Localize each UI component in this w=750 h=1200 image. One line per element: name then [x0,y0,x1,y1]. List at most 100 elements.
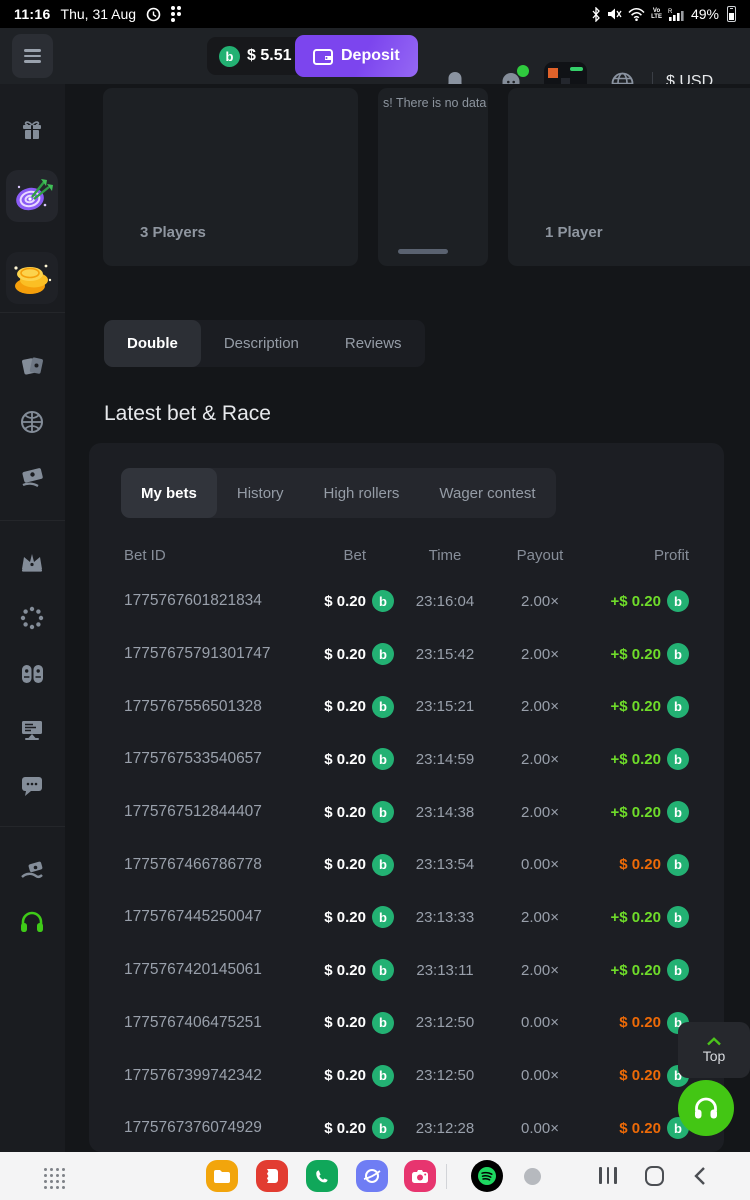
coin-icon: b [667,590,689,612]
table-row[interactable]: 1775767376074929 $ 0.20b 23:12:28 0.00× … [89,1102,724,1155]
tab-history[interactable]: History [217,468,304,518]
bet-time: 23:13:11 [394,962,496,979]
nav-recents-button[interactable] [599,1167,617,1184]
divider [0,520,65,521]
deposit-button[interactable]: Deposit [295,35,418,77]
table-row[interactable]: 1775767420145061 $ 0.20b 23:13:11 2.00× … [89,944,724,997]
tab-high-rollers[interactable]: High rollers [304,468,420,518]
bet-payout: 0.00× [496,1014,584,1031]
table-row[interactable]: 1775767445250047 $ 0.20b 23:13:33 2.00× … [89,891,724,944]
bet-profit: +$ 0.20b [584,590,689,612]
red-app-icon[interactable] [256,1160,288,1192]
bet-payout: 2.00× [496,909,584,926]
tab-wager-contest[interactable]: Wager contest [419,468,555,518]
alarm-icon [146,7,161,22]
phone-app-icon[interactable] [306,1160,338,1192]
bet-amount: $ 0.20b [282,590,394,612]
coin-icon: b [667,696,689,718]
internet-app-icon[interactable] [356,1160,388,1192]
basketball-icon [19,409,45,435]
table-row[interactable]: 1775767533540657 $ 0.20b 23:14:59 2.00× … [89,733,724,786]
divider [0,826,65,827]
bet-time: 23:15:42 [394,646,496,663]
headphones-icon [691,1095,721,1122]
support-chat-button[interactable] [678,1080,734,1136]
sidebar-item-coins[interactable] [6,252,58,304]
col-payout: Payout [496,547,584,564]
col-time: Time [394,547,496,564]
sidebar-item-affiliate[interactable] [6,846,58,898]
table-row[interactable]: 17757675791301747 $ 0.20b 23:15:42 2.00×… [89,628,724,681]
tab-double[interactable]: Double [104,320,201,367]
divider [0,312,65,313]
bluetooth-icon [591,7,601,22]
bet-profit: +$ 0.20b [584,801,689,823]
main-content: 3 Players s! There is no data 1 Player D… [65,84,750,1152]
nav-home-button[interactable] [645,1166,664,1186]
bet-time: 23:12:50 [394,1014,496,1031]
bet-profit: +$ 0.20b [584,748,689,770]
page-tabs: Double Description Reviews [104,320,425,367]
taskbar [0,1152,750,1200]
coin-icon: b [372,748,394,770]
coin-icon: b [372,643,394,665]
wifi-icon [628,8,645,21]
tab-description[interactable]: Description [201,320,322,367]
tab-my-bets[interactable]: My bets [121,468,217,518]
bet-amount: $ 0.20b [282,696,394,718]
bet-id: 1775767406475251 [124,1014,282,1032]
crown-icon [19,550,45,574]
bet-time: 23:14:59 [394,751,496,768]
bet-time: 23:16:04 [394,593,496,610]
scrollbar-thumb[interactable] [398,249,448,254]
bet-payout: 2.00× [496,804,584,821]
tab-reviews[interactable]: Reviews [322,320,425,367]
sidebar-item-live[interactable] [6,704,58,756]
sidebar-item-slots[interactable] [6,648,58,700]
no-data-text: s! There is no data [383,96,486,110]
bet-profit: +$ 0.20b [584,906,689,928]
table-row[interactable]: 1775767406475251 $ 0.20b 23:12:50 0.00× … [89,997,724,1050]
spotify-app-icon[interactable] [471,1160,503,1192]
bet-time: 23:13:33 [394,909,496,926]
table-row[interactable]: 1775767399742342 $ 0.20b 23:12:50 0.00× … [89,1049,724,1102]
bet-amount: $ 0.20b [282,748,394,770]
sidebar-item-bonus[interactable] [6,104,58,156]
status-time: 11:16 [14,6,51,22]
game-card-left[interactable]: 3 Players [103,88,358,266]
sidebar-item-vip[interactable] [6,536,58,588]
coin-icon: b [219,46,240,67]
table-row[interactable]: 1775767556501328 $ 0.20b 23:15:21 2.00× … [89,680,724,733]
section-title: Latest bet & Race [104,402,271,426]
sidebar-item-casino[interactable] [6,340,58,392]
headphones-icon [18,909,46,935]
monitor-icon [19,718,45,742]
sidebar-item-forum[interactable] [6,760,58,812]
sidebar-item-roulette[interactable] [6,592,58,644]
game-card-right[interactable]: 1 Player [508,88,750,266]
coin-icon: b [372,959,394,981]
bet-time: 23:12:28 [394,1120,496,1137]
capsules-icon [19,662,46,686]
menu-button[interactable] [12,34,53,78]
camera-app-icon[interactable] [404,1160,436,1192]
deposit-label: Deposit [341,47,400,65]
bet-id: 1775767466786778 [124,856,282,874]
nav-back-button[interactable] [694,1166,706,1191]
sidebar-item-sports[interactable] [6,396,58,448]
files-app-icon[interactable] [206,1160,238,1192]
apps-grid-button[interactable] [44,1168,65,1189]
recent-app-icon[interactable] [524,1168,541,1185]
table-row[interactable]: 1775767466786778 $ 0.20b 23:13:54 0.00× … [89,838,724,891]
scroll-top-button[interactable]: Top [678,1022,750,1078]
sidebar-item-double-active[interactable] [6,170,58,222]
bet-time: 23:15:21 [394,698,496,715]
bet-time: 23:14:38 [394,804,496,821]
sidebar-item-lottery[interactable] [6,452,58,504]
table-row[interactable]: 1775767601821834 $ 0.20b 23:16:04 2.00× … [89,575,724,628]
coin-icon: b [372,1117,394,1139]
table-row[interactable]: 1775767512844407 $ 0.20b 23:14:38 2.00× … [89,786,724,839]
game-card-middle[interactable]: s! There is no data [378,88,488,266]
bets-table-body: 1775767601821834 $ 0.20b 23:16:04 2.00× … [89,575,724,1155]
sidebar-item-support[interactable] [6,896,58,948]
